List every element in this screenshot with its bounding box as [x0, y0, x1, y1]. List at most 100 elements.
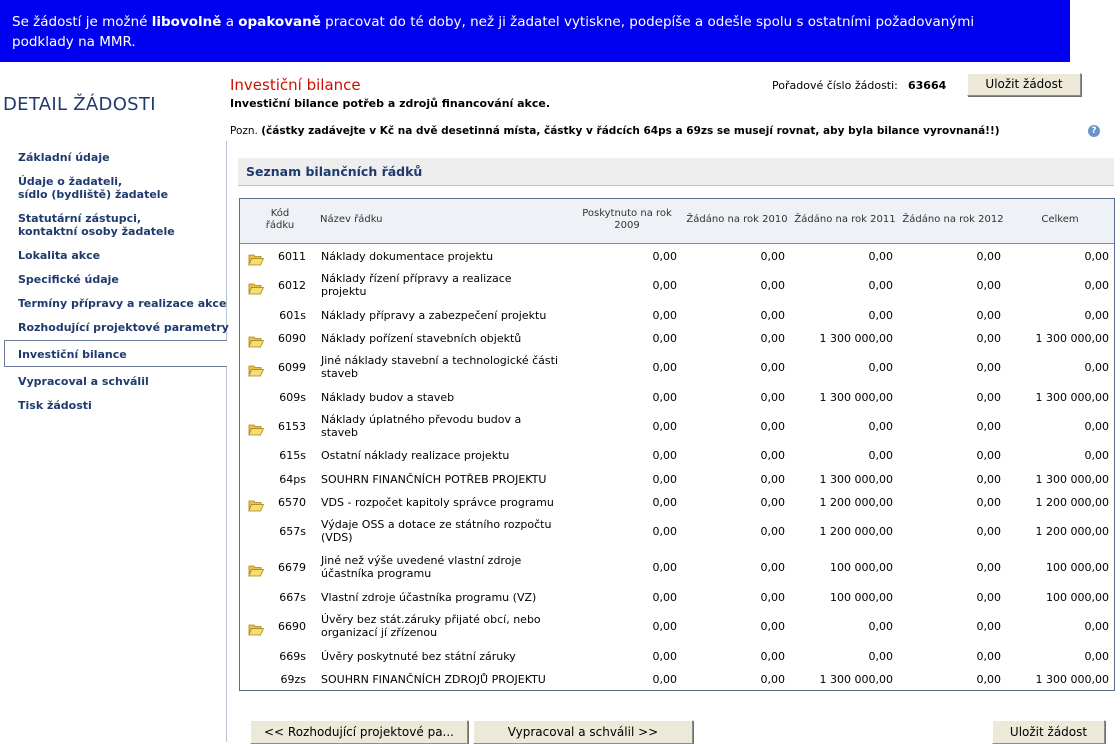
folder-open-icon[interactable] [248, 333, 265, 348]
cell-kod: 64ps [279, 473, 306, 486]
cell-2010: 0,00 [760, 309, 786, 322]
section-title: Seznam bilančních řádků [246, 164, 423, 179]
sidebar-item-lokalita-akce[interactable]: Lokalita akce [18, 249, 100, 262]
header-2011: Žádáno na rok 2011 [794, 214, 896, 225]
cell-nazev: Vlastní zdroje účastníka programu (VZ) [321, 591, 537, 604]
cell-2011: 1 200 000,00 [819, 525, 893, 538]
save-request-button-bottom[interactable]: Uložit žádost [992, 720, 1105, 744]
cell-2009: 0,00 [652, 673, 678, 686]
cell-2011: 0,00 [868, 309, 894, 322]
cell-celkem: 0,00 [1084, 420, 1110, 433]
cell-nazev: Jiné než výše uvedené vlastní zdroje [321, 554, 522, 567]
note-text: (částky zadávejte v Kč na dvě desetinná … [261, 125, 1000, 137]
folder-open-icon[interactable] [248, 421, 265, 436]
cell-celkem: 0,00 [1084, 449, 1110, 462]
banner-right-spacer [1070, 0, 1120, 62]
header-2010: Žádáno na rok 2010 [686, 214, 788, 225]
folder-open-icon[interactable] [248, 621, 265, 636]
cell-2009: 0,00 [652, 279, 678, 292]
cell-nazev-line2: organizací jí zřízenou [321, 626, 438, 639]
sidebar-item-label: kontaktní osoby žadatele [18, 225, 175, 238]
cell-2012: 0,00 [976, 279, 1002, 292]
cell-2009: 0,00 [652, 391, 678, 404]
banner-text-1: Se žádostí je možné [12, 14, 152, 30]
prev-section-button[interactable]: << Rozhodující projektové pa... [250, 720, 468, 744]
cell-2009: 0,00 [652, 332, 678, 345]
banner-bold-2: opakovaně [238, 14, 321, 30]
folder-open-icon[interactable] [248, 562, 265, 577]
folder-open-icon[interactable] [248, 280, 265, 295]
cell-celkem: 0,00 [1084, 250, 1110, 263]
cell-2011: 0,00 [868, 250, 894, 263]
cell-kod: 6690 [278, 620, 306, 633]
cell-kod: 69zs [280, 673, 306, 686]
cell-kod: 6679 [278, 561, 306, 574]
cell-2010: 0,00 [760, 391, 786, 404]
cell-2011: 0,00 [868, 279, 894, 292]
cell-celkem: 1 200 000,00 [1035, 496, 1109, 509]
cell-2012: 0,00 [976, 449, 1002, 462]
folder-open-icon[interactable] [248, 251, 265, 266]
cell-kod: 6090 [278, 332, 306, 345]
cell-2010: 0,00 [760, 650, 786, 663]
banner-text-2: a [221, 14, 239, 30]
help-icon[interactable]: ? [1088, 125, 1100, 137]
sidebar-item-rozhodujici-parametry[interactable]: Rozhodující projektové parametry [18, 321, 229, 334]
cell-celkem: 100 000,00 [1046, 561, 1109, 574]
sidebar-item-vypracoval[interactable]: Vypracoval a schválil [18, 375, 149, 388]
sidebar-item-statutarni-zastupci[interactable]: Statutární zástupci, kontaktní osoby žad… [18, 212, 175, 238]
cell-nazev: Náklady dokumentace projektu [321, 250, 494, 263]
cell-2012: 0,00 [976, 525, 1002, 538]
sidebar-item-tisk-zadosti[interactable]: Tisk žádosti [18, 399, 92, 412]
cell-2009: 0,00 [652, 620, 678, 633]
cell-nazev-line2: (VDS) [321, 531, 353, 544]
cell-2009: 0,00 [652, 420, 678, 433]
cell-2010: 0,00 [760, 332, 786, 345]
cell-celkem: 0,00 [1084, 650, 1110, 663]
cell-nazev: Úvěry bez stát.záruky přijaté obcí, nebo [321, 613, 541, 626]
cell-2010: 0,00 [760, 591, 786, 604]
cell-nazev-line2: účastníka programu [321, 567, 432, 580]
cell-nazev: Úvěry poskytnuté bez státní záruky [321, 650, 516, 663]
sidebar-item-zakladni-udaje[interactable]: Základní údaje [18, 151, 110, 164]
cell-2010: 0,00 [760, 673, 786, 686]
folder-open-icon[interactable] [248, 362, 265, 377]
sidebar-item-label: sídlo (bydliště) žadatele [18, 188, 169, 201]
folder-open-icon[interactable] [248, 497, 265, 512]
header-kod: Kód řádku [262, 208, 298, 232]
sidebar-item-investicni-bilance[interactable]: Investiční bilance [18, 348, 127, 361]
sidebar-item-udaje-o-zadateli[interactable]: Údaje o žadateli, sídlo (bydliště) žadat… [18, 175, 168, 201]
next-section-button[interactable]: Vypracoval a schválil >> [473, 720, 693, 744]
banner-text-3: pracovat do té doby, než ji žadatel vyti… [320, 14, 975, 30]
cell-2009: 0,00 [652, 473, 678, 486]
save-request-button-top[interactable]: Uložit žádost [967, 73, 1081, 96]
cell-2010: 0,00 [760, 449, 786, 462]
cell-nazev-line2: projektu [321, 285, 367, 298]
request-number-label: Pořadové číslo žádosti: [772, 79, 898, 92]
sidebar-item-terminy[interactable]: Termíny přípravy a realizace akce [18, 297, 226, 310]
page-subtitle: Investiční bilance potřeb a zdrojů finan… [230, 97, 551, 110]
cell-kod: 6570 [278, 496, 306, 509]
cell-2011: 0,00 [868, 449, 894, 462]
cell-2010: 0,00 [760, 561, 786, 574]
sidebar-item-specificke-udaje[interactable]: Specifické údaje [18, 273, 119, 286]
cell-nazev: Ostatní náklady realizace projektu [321, 449, 510, 462]
cell-2010: 0,00 [760, 361, 786, 374]
cell-2012: 0,00 [976, 361, 1002, 374]
request-number-value: 63664 [908, 79, 947, 92]
cell-nazev-line2: staveb [321, 426, 359, 439]
cell-kod: 657s [279, 525, 306, 538]
cell-2010: 0,00 [760, 620, 786, 633]
cell-nazev: SOUHRN FINANČNÍCH ZDROJŮ PROJEKTU [321, 673, 546, 686]
header-kod-line1: Kód [270, 208, 290, 219]
cell-2012: 0,00 [976, 309, 1002, 322]
cell-nazev-line2: staveb [321, 367, 359, 380]
header-nazev: Název řádku [320, 214, 383, 225]
banner-text-4: podklady na MMR. [12, 34, 136, 50]
cell-2012: 0,00 [976, 391, 1002, 404]
page-title: Investiční bilance [230, 76, 361, 94]
cell-2012: 0,00 [976, 496, 1002, 509]
cell-2012: 0,00 [976, 473, 1002, 486]
cell-celkem: 0,00 [1084, 620, 1110, 633]
cell-2009: 0,00 [652, 561, 678, 574]
